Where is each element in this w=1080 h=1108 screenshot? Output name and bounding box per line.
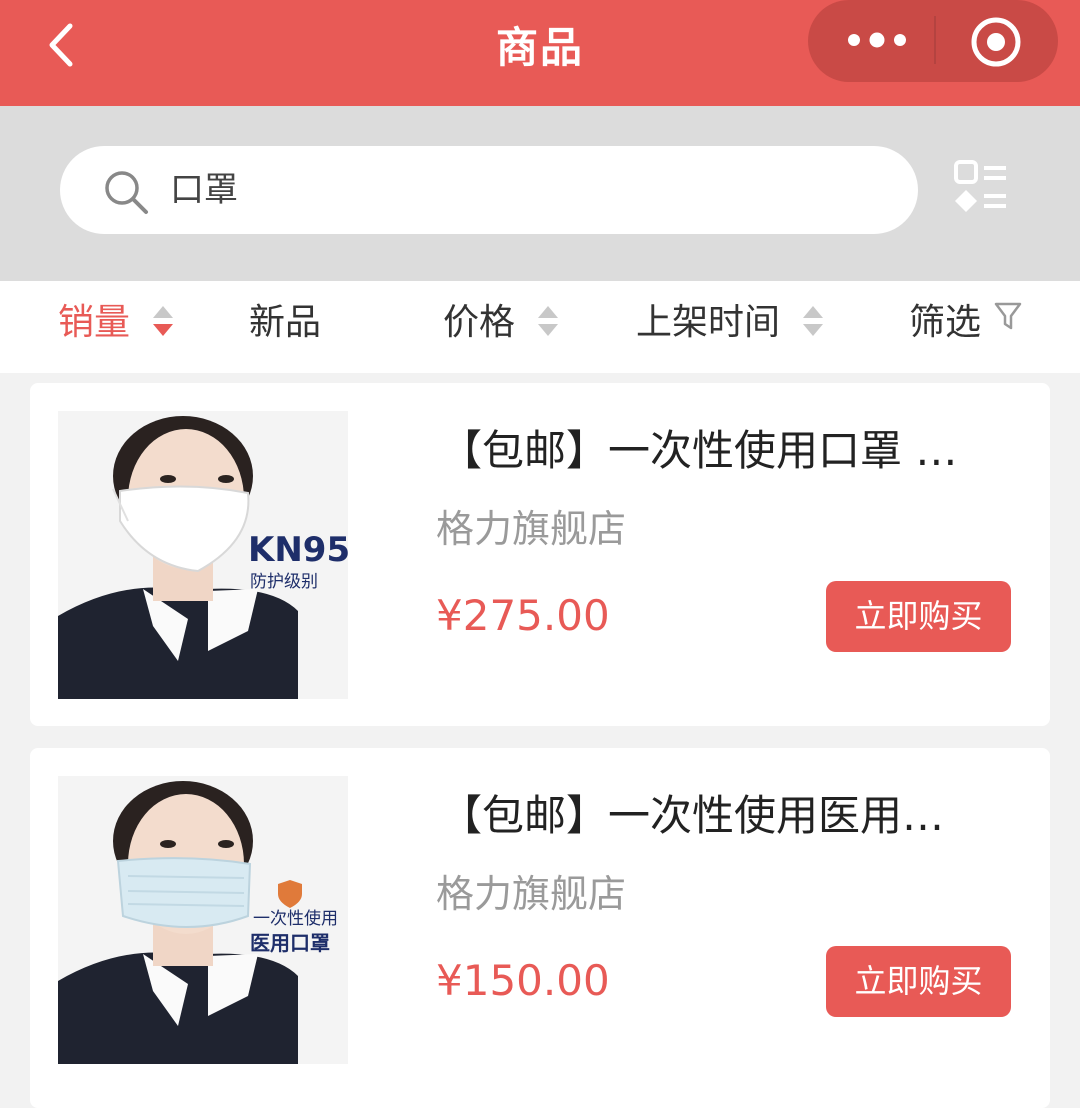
- more-dots-icon[interactable]: [842, 22, 912, 58]
- tab-sales[interactable]: 销量: [58, 299, 175, 347]
- buy-now-button[interactable]: 立即购买: [826, 581, 1011, 652]
- tab-listing-time[interactable]: 上架时间: [636, 299, 825, 347]
- filter-funnel-icon: [995, 302, 1022, 330]
- tab-filter[interactable]: 筛选: [909, 299, 1022, 347]
- nav-header: 商品: [0, 0, 1080, 106]
- product-card[interactable]: 一次性使用 医用口罩 【包邮】一次性使用医用… 格力旗舰店 ¥150.00 立即…: [30, 748, 1050, 1108]
- search-area: 口罩: [0, 106, 1080, 281]
- product-image[interactable]: 一次性使用 医用口罩: [58, 776, 348, 1064]
- tab-new-label: 新品: [249, 302, 322, 343]
- kn95-mask-photo: KN95 防护级别: [58, 411, 348, 699]
- tab-sales-label: 销量: [58, 302, 131, 343]
- tab-price-label: 价格: [443, 302, 516, 343]
- tab-filter-label: 筛选: [909, 302, 982, 343]
- product-price: ¥150.00: [436, 956, 610, 1005]
- product-price: ¥275.00: [436, 591, 610, 640]
- search-icon: [105, 171, 148, 214]
- miniapp-capsule: [808, 0, 1058, 82]
- sort-arrows-icon: [538, 306, 559, 336]
- sort-arrows-icon: [153, 306, 174, 336]
- tab-new[interactable]: 新品: [249, 299, 321, 347]
- image-badge-text: 一次性使用: [253, 908, 338, 929]
- image-sub-text: 医用口罩: [250, 931, 330, 955]
- capsule-divider: [934, 16, 936, 64]
- product-image[interactable]: KN95 防护级别: [58, 411, 348, 699]
- shop-name: 格力旗舰店: [436, 507, 627, 551]
- tab-listing-time-label: 上架时间: [636, 302, 781, 343]
- product-title[interactable]: 【包邮】一次性使用医用…: [440, 782, 944, 843]
- product-title[interactable]: 【包邮】一次性使用口罩 …: [440, 417, 957, 478]
- tab-price[interactable]: 价格: [443, 299, 560, 347]
- shop-name: 格力旗舰店: [436, 872, 627, 916]
- search-input[interactable]: 口罩: [60, 146, 918, 234]
- product-card[interactable]: KN95 防护级别 【包邮】一次性使用口罩 … 格力旗舰店 ¥275.00 立即…: [30, 383, 1050, 726]
- buy-now-button[interactable]: 立即购买: [826, 946, 1011, 1017]
- grid-list-toggle-icon[interactable]: [950, 158, 1010, 218]
- sort-bar: 销量 新品 价格 上架时间 筛选: [0, 281, 1080, 373]
- target-close-icon[interactable]: [968, 14, 1024, 70]
- image-badge-text: KN95: [248, 530, 348, 570]
- medical-mask-photo: 一次性使用 医用口罩: [58, 776, 348, 1064]
- search-value: 口罩: [170, 170, 238, 210]
- image-sub-text: 防护级别: [250, 572, 318, 592]
- sort-arrows-icon: [803, 306, 824, 336]
